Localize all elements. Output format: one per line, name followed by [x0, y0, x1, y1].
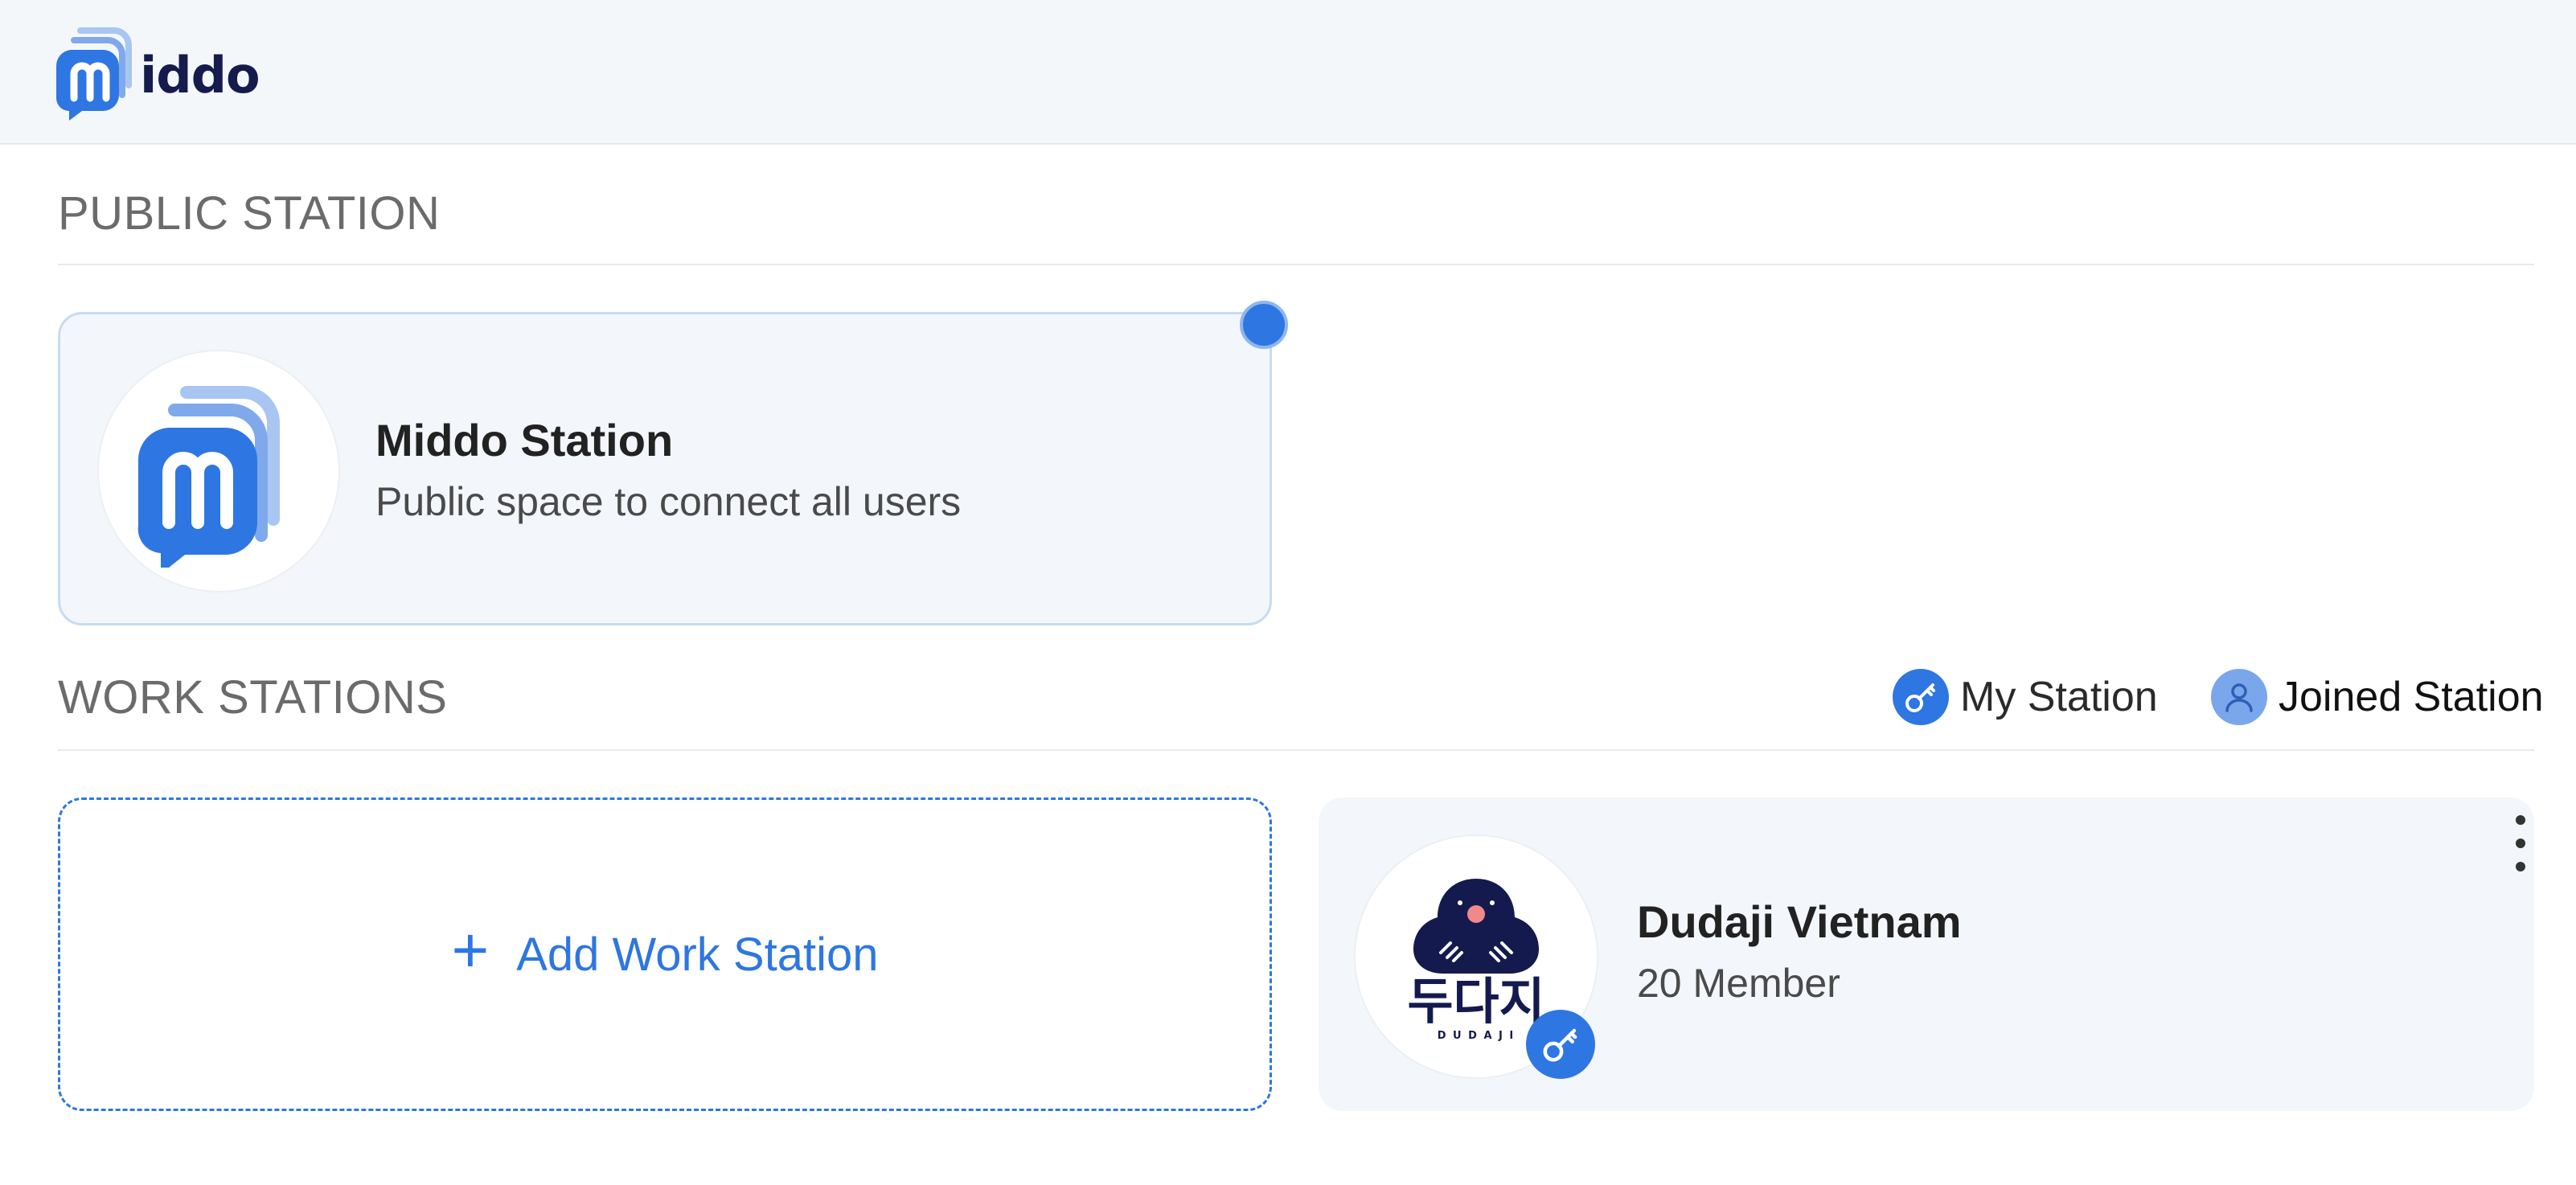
dudaji-logo-text: 두다지	[1407, 971, 1545, 1031]
work-stations-heading: WORK STATIONS	[58, 671, 448, 724]
public-station-card[interactable]: Middo Station Public space to connect al…	[58, 312, 1272, 625]
legend-my-station-label: My Station	[1960, 674, 2158, 720]
public-station-description: Public space to connect all users	[375, 479, 962, 524]
middo-logo[interactable]: iddo	[56, 24, 260, 121]
key-icon	[1893, 669, 1949, 725]
public-station-name: Middo Station	[375, 415, 674, 465]
legend-my-station: My Station	[1893, 669, 2158, 725]
middo-station-avatar	[97, 350, 340, 592]
add-work-station-button[interactable]: + Add Work Station	[58, 798, 1272, 1111]
work-station-member-count: 20 Member	[1637, 961, 1840, 1006]
public-section-divider	[58, 264, 2534, 265]
user-icon	[2211, 669, 2267, 725]
legend-joined-station-label: Joined Station	[2279, 674, 2544, 720]
middo-station-logo-icon	[137, 386, 280, 568]
notification-dot	[1240, 301, 1288, 349]
work-station-name: Dudaji Vietnam	[1637, 896, 1962, 947]
more-options-icon[interactable]	[2508, 815, 2533, 871]
middo-logo-icon	[56, 27, 132, 121]
dudaji-logo-subtext: D U D A J I	[1437, 1029, 1516, 1042]
work-section-divider	[58, 749, 2534, 751]
my-station-badge	[1526, 1010, 1595, 1079]
app-header: iddo	[0, 0, 2576, 145]
public-station-heading: PUBLIC STATION	[58, 187, 441, 240]
work-station-card[interactable]: 두다지 D U D A J I Dudaji Vietnam 20 Member	[1319, 798, 2534, 1111]
add-work-station-label: Add Work Station	[516, 928, 879, 981]
dudaji-logo: 두다지 D U D A J I	[1407, 872, 1545, 1042]
logo-wordmark: iddo	[140, 45, 260, 105]
plus-icon: +	[451, 914, 490, 986]
dudaji-mascot-icon	[1413, 878, 1539, 974]
legend-joined-station: Joined Station	[2211, 669, 2544, 725]
key-icon	[1543, 1028, 1577, 1062]
